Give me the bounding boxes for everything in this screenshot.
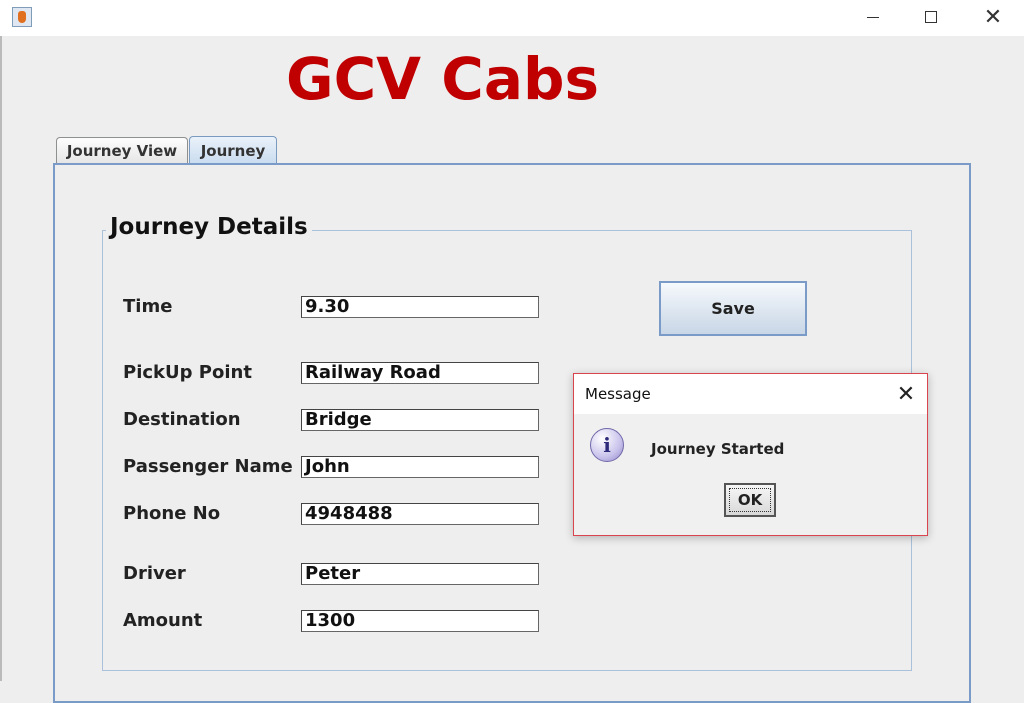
phone-no-field[interactable]: 4948488: [301, 503, 539, 525]
maximize-icon: [925, 11, 937, 23]
driver-field[interactable]: Peter: [301, 563, 539, 585]
close-button[interactable]: ✕: [968, 0, 1018, 34]
close-icon: ✕: [983, 4, 1003, 30]
tab-journey[interactable]: Journey: [189, 136, 277, 164]
dialog-message: Journey Started: [651, 440, 785, 458]
minimize-icon: [867, 16, 879, 18]
ok-button[interactable]: OK: [724, 483, 776, 517]
window-edge: [0, 36, 2, 681]
close-icon: ✕: [896, 381, 916, 407]
passenger-name-label: Passenger Name: [123, 456, 293, 477]
amount-label: Amount: [123, 610, 203, 631]
dialog-title: Message: [585, 385, 651, 403]
window-titlebar: ✕: [0, 0, 1024, 36]
message-dialog: Message ✕ i Journey Started OK: [573, 373, 928, 536]
destination-field[interactable]: Bridge: [301, 409, 539, 431]
tab-journey-view[interactable]: Journey View: [56, 137, 188, 164]
maximize-button[interactable]: [906, 0, 956, 34]
dialog-titlebar: Message ✕: [574, 374, 927, 414]
dialog-close-button[interactable]: ✕: [892, 380, 920, 408]
info-icon: i: [590, 428, 624, 462]
app-title: GCV Cabs: [286, 45, 599, 113]
amount-field[interactable]: 1300: [301, 610, 539, 632]
phone-no-label: Phone No: [123, 503, 221, 524]
driver-label: Driver: [123, 563, 186, 584]
destination-label: Destination: [123, 409, 241, 430]
passenger-name-field[interactable]: John: [301, 456, 539, 478]
java-cup-icon[interactable]: [12, 7, 32, 27]
time-field[interactable]: 9.30: [301, 296, 539, 318]
minimize-button[interactable]: [848, 0, 898, 34]
pickup-point-field[interactable]: Railway Road: [301, 362, 539, 384]
pickup-point-label: PickUp Point: [123, 362, 252, 383]
time-label: Time: [123, 296, 173, 317]
save-button[interactable]: Save: [659, 281, 807, 336]
group-title: Journey Details: [106, 214, 312, 240]
